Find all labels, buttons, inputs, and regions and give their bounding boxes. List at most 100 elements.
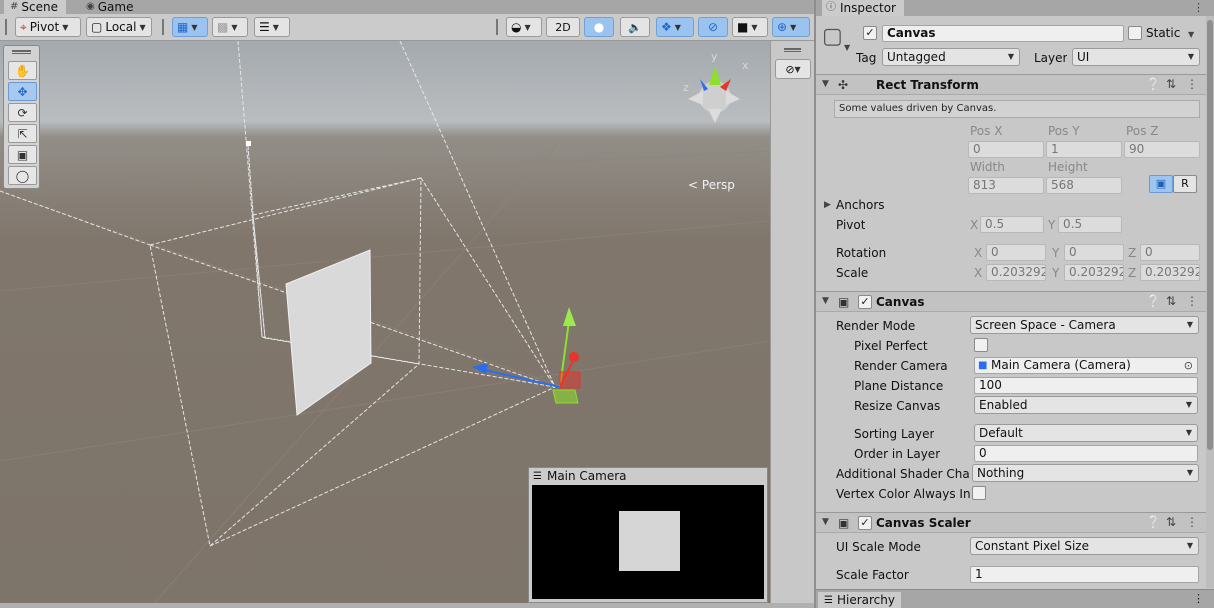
- tab-inspector-label: Inspector: [840, 1, 896, 15]
- scale-label: Scale: [836, 266, 869, 280]
- presets-icon[interactable]: ⇅: [1166, 515, 1176, 529]
- projection-toggle[interactable]: < Persp: [688, 178, 735, 192]
- chevron-right-icon[interactable]: ▶: [824, 200, 831, 210]
- chevron-down-icon: ▼: [524, 22, 531, 32]
- rotate-tool-button[interactable]: ⟳: [8, 103, 37, 122]
- tag-dropdown[interactable]: Untagged: [882, 48, 1020, 66]
- scale-factor-label: Scale Factor: [836, 568, 909, 582]
- 2d-label: 2D: [555, 20, 571, 34]
- vertex-color-checkbox[interactable]: [972, 486, 986, 500]
- canvas-enabled-checkbox[interactable]: ✓: [858, 295, 872, 309]
- palette-grip[interactable]: [12, 50, 31, 54]
- chevron-down-icon: ▼: [751, 22, 758, 32]
- kebab-menu-icon[interactable]: ⋮: [1186, 294, 1198, 308]
- sorting-layer-dropdown[interactable]: Default: [974, 424, 1198, 442]
- scale-z-field: 0.203292: [1140, 264, 1200, 281]
- kebab-menu-icon[interactable]: ⋮: [1186, 515, 1198, 529]
- object-picker-icon[interactable]: ⊙: [1184, 358, 1193, 373]
- resize-canvas-dropdown[interactable]: Enabled: [974, 396, 1198, 414]
- inspector-scrollbar[interactable]: [1206, 16, 1214, 588]
- tab-scene[interactable]: # Scene: [4, 0, 66, 14]
- inspector-panel: ⓘ Inspector ⋮ ▢ ▼ ✓ Canvas Static ▼ Tag …: [814, 0, 1214, 608]
- chevron-down-icon: ▼: [790, 22, 797, 32]
- canvas-quad[interactable]: [285, 249, 372, 416]
- rect-tool-button[interactable]: ▣: [8, 145, 37, 164]
- rect-transform-header[interactable]: ▼ ✣ Rect Transform ❔ ⇅ ⋮: [816, 74, 1214, 95]
- layer-dropdown[interactable]: UI: [1072, 48, 1200, 66]
- pos-y-label: Pos Y: [1048, 124, 1080, 138]
- scale-factor-field[interactable]: 1: [970, 566, 1199, 583]
- render-mode-dropdown[interactable]: Screen Space - Camera: [970, 316, 1199, 334]
- kebab-menu-icon[interactable]: ⋮: [1193, 592, 1204, 605]
- canvas-component-header[interactable]: ▼ ▣ ✓ Canvas ❔ ⇅ ⋮: [816, 291, 1214, 312]
- scale-x-field: 0.203292: [986, 264, 1046, 281]
- camera-preview-screen: [532, 485, 764, 599]
- tool-palette: ✋ ✥ ⟳ ⇱ ▣ ◯: [3, 45, 40, 189]
- frustum-corner-handle[interactable]: [246, 141, 251, 146]
- inspector-scrollbar-thumb[interactable]: [1207, 20, 1213, 450]
- help-icon[interactable]: ❔: [1146, 77, 1161, 91]
- shading-mode-dropdown[interactable]: ◒ ▼: [506, 17, 542, 37]
- ruler-toggle[interactable]: ☰ ▼: [254, 17, 290, 37]
- chevron-down-icon[interactable]: ▼: [844, 43, 850, 52]
- camera-preview-title[interactable]: ☰ Main Camera: [533, 469, 627, 483]
- presets-icon[interactable]: ⇅: [1166, 294, 1176, 308]
- pixel-perfect-checkbox[interactable]: [974, 338, 988, 352]
- vertex-color-label: Vertex Color Always In G: [836, 487, 970, 501]
- layer-label: Layer: [1034, 51, 1068, 65]
- sorting-layer-label: Sorting Layer: [854, 427, 935, 441]
- ruler-icon: ☰: [259, 20, 270, 34]
- audio-toggle[interactable]: 🔈: [620, 17, 650, 37]
- local-dropdown[interactable]: ▢ Local ▼: [86, 17, 152, 37]
- anchors-label[interactable]: Anchors: [836, 198, 885, 212]
- height-field: 568: [1046, 177, 1122, 194]
- pivot-dropdown[interactable]: ⌖ Pivot ▼: [15, 17, 81, 37]
- lighting-toggle[interactable]: ●: [584, 17, 614, 37]
- canvas-scaler-header[interactable]: ▼ ▣ ✓ Canvas Scaler ❔ ⇅ ⋮: [816, 512, 1214, 533]
- help-icon[interactable]: ❔: [1146, 515, 1161, 529]
- orientation-gizmo[interactable]: [688, 66, 740, 123]
- canvas-component-title: Canvas: [876, 295, 925, 309]
- tab-inspector[interactable]: ⓘ Inspector: [822, 0, 904, 16]
- tab-game[interactable]: ◉ Game: [80, 0, 141, 14]
- kebab-menu-icon[interactable]: ⋮: [1186, 77, 1198, 91]
- rotate-icon: ⟳: [17, 105, 28, 120]
- raw-edit-button[interactable]: R: [1173, 175, 1197, 193]
- hidden-objects-toggle[interactable]: ⊘: [698, 17, 728, 37]
- static-checkbox[interactable]: [1128, 26, 1142, 40]
- blueprint-mode-button[interactable]: ▣: [1149, 175, 1173, 193]
- help-icon[interactable]: ❔: [1146, 294, 1161, 308]
- scale-tool-button[interactable]: ⇱: [8, 124, 37, 143]
- camera-preview: ☰ Main Camera: [528, 467, 768, 603]
- static-chevron-down-icon[interactable]: ▼: [1188, 30, 1194, 39]
- plane-distance-field[interactable]: 100: [974, 377, 1198, 394]
- grid-snapping-toggle[interactable]: ▦ ▼: [172, 17, 208, 37]
- grip-icon: ☰: [533, 470, 542, 482]
- hand-tool-button[interactable]: ✋: [8, 61, 37, 80]
- scene-toolbar: ⌖ Pivot ▼ ▢ Local ▼ ▦ ▼ ▩ ▼ ☰ ▼ ◒ ▼ 2D ●…: [0, 14, 814, 41]
- additional-shader-dropdown[interactable]: Nothing: [972, 464, 1199, 482]
- side-grip[interactable]: [784, 48, 801, 52]
- camera-dropdown[interactable]: ■ ▼: [732, 17, 768, 37]
- ui-scale-mode-dropdown[interactable]: Constant Pixel Size: [970, 537, 1199, 555]
- pixel-perfect-label: Pixel Perfect: [854, 339, 928, 353]
- presets-icon[interactable]: ⇅: [1166, 77, 1176, 91]
- rot-z-axis-label: Z: [1128, 246, 1137, 260]
- object-name-field[interactable]: Canvas: [882, 25, 1124, 42]
- transform-tool-button[interactable]: ◯: [8, 166, 37, 185]
- effects-dropdown[interactable]: ❖ ▼: [656, 17, 694, 37]
- canvas-scaler-enabled-checkbox[interactable]: ✓: [858, 516, 872, 530]
- kebab-menu-icon[interactable]: ⋮: [1193, 1, 1204, 14]
- order-in-layer-field[interactable]: 0: [974, 445, 1198, 462]
- increment-snap-toggle[interactable]: ▩ ▼: [212, 17, 248, 37]
- tab-hierarchy[interactable]: ☰ Hierarchy: [818, 592, 901, 608]
- tag-label: Tag: [856, 51, 877, 65]
- pos-y-field: 1: [1046, 141, 1122, 158]
- active-checkbox[interactable]: ✓: [863, 26, 877, 40]
- render-camera-field[interactable]: ■ Main Camera (Camera) ⊙: [974, 357, 1198, 374]
- 2d-toggle[interactable]: 2D: [546, 17, 580, 37]
- move-tool-button[interactable]: ✥: [8, 82, 37, 101]
- canvas-icon: ▣: [838, 295, 850, 309]
- overlay-menu-button[interactable]: ⊘ ▼: [775, 59, 811, 79]
- gizmos-dropdown[interactable]: ⊕ ▼: [772, 17, 810, 37]
